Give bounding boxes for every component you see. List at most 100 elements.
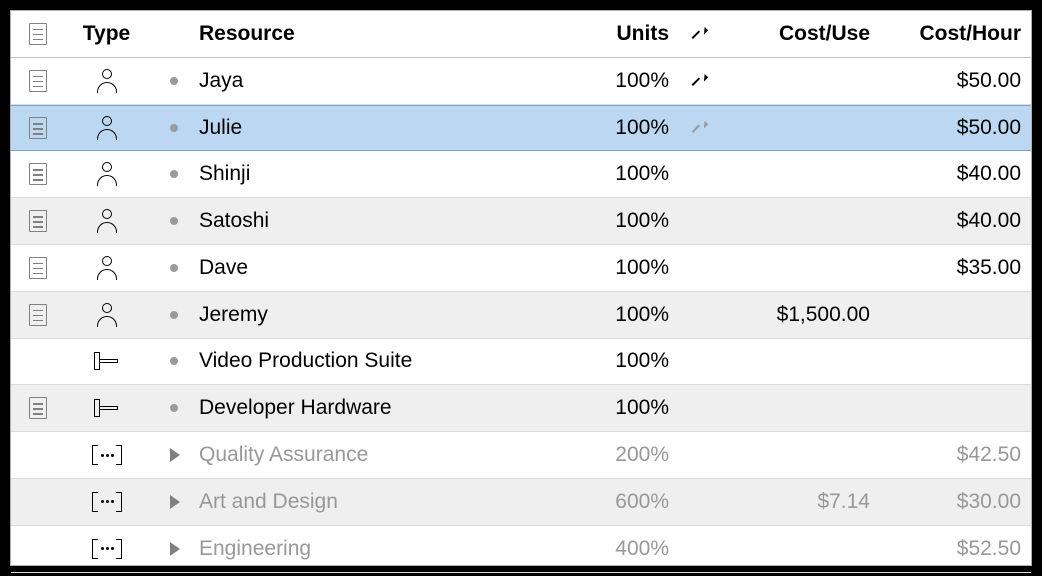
bullet-icon bbox=[170, 311, 178, 319]
equipment-icon bbox=[94, 352, 120, 370]
resource-name[interactable]: Dave bbox=[199, 256, 570, 280]
resource-table: Type Resource Units Cost/Use Cost/Hour J… bbox=[10, 10, 1032, 566]
table-row[interactable]: Quality Assurance200% $42.50 bbox=[11, 432, 1031, 479]
cost-hour-cell[interactable]: $50.00 bbox=[876, 69, 1031, 93]
share-cell bbox=[675, 121, 721, 135]
resource-name[interactable]: Engineering bbox=[199, 537, 570, 561]
type-cell bbox=[64, 539, 149, 559]
units-cell[interactable]: 200% bbox=[570, 443, 675, 467]
note-icon bbox=[29, 257, 47, 279]
units-cell[interactable]: 100% bbox=[570, 396, 675, 420]
person-icon bbox=[97, 303, 117, 327]
header-share[interactable] bbox=[675, 27, 721, 41]
note-cell[interactable] bbox=[11, 163, 64, 185]
units-cell[interactable]: 400% bbox=[570, 537, 675, 561]
bullet-cell bbox=[149, 77, 199, 85]
cost-use-cell[interactable]: $7.14 bbox=[721, 490, 876, 514]
header-resource[interactable]: Resource bbox=[199, 22, 570, 46]
units-cell[interactable]: 100% bbox=[570, 209, 675, 233]
resource-name[interactable]: Developer Hardware bbox=[199, 396, 570, 420]
resource-name[interactable]: Satoshi bbox=[199, 209, 570, 233]
type-cell bbox=[64, 256, 149, 280]
header-cost-hour[interactable]: Cost/Hour bbox=[876, 22, 1031, 46]
disclosure-icon[interactable] bbox=[170, 495, 180, 509]
group-icon bbox=[92, 539, 122, 559]
resource-name[interactable]: Art and Design bbox=[199, 490, 570, 514]
resource-name[interactable]: Quality Assurance bbox=[199, 443, 570, 467]
units-cell[interactable]: 100% bbox=[570, 256, 675, 280]
header-note[interactable] bbox=[11, 23, 64, 45]
type-cell bbox=[64, 69, 149, 93]
person-icon bbox=[97, 256, 117, 280]
units-cell[interactable]: 600% bbox=[570, 490, 675, 514]
units-cell[interactable]: 100% bbox=[570, 303, 675, 327]
note-icon bbox=[29, 304, 47, 326]
note-cell[interactable] bbox=[11, 117, 64, 139]
table-row[interactable]: Engineering400% $52.50 bbox=[11, 526, 1031, 573]
units-cell[interactable]: 100% bbox=[570, 162, 675, 186]
bullet-cell bbox=[149, 170, 199, 178]
resource-name[interactable]: Shinji bbox=[199, 162, 570, 186]
units-cell[interactable]: 100% bbox=[570, 69, 675, 93]
note-icon bbox=[29, 23, 47, 45]
note-cell[interactable] bbox=[11, 70, 64, 92]
table-row[interactable]: Art and Design600% $7.14$30.00 bbox=[11, 479, 1031, 526]
header-type[interactable]: Type bbox=[64, 22, 149, 46]
cost-hour-cell[interactable]: $50.00 bbox=[876, 116, 1031, 140]
type-cell bbox=[64, 352, 149, 370]
note-icon bbox=[29, 117, 47, 139]
note-cell[interactable] bbox=[11, 397, 64, 419]
bullet-icon bbox=[170, 357, 178, 365]
type-cell bbox=[64, 399, 149, 417]
table-row[interactable]: Dave100% $35.00 bbox=[11, 245, 1031, 292]
group-icon bbox=[92, 445, 122, 465]
disclosure-icon[interactable] bbox=[170, 542, 180, 556]
type-cell bbox=[64, 209, 149, 233]
cost-hour-cell[interactable]: $35.00 bbox=[876, 256, 1031, 280]
resource-name[interactable]: Jeremy bbox=[199, 303, 570, 327]
disclosure-icon[interactable] bbox=[170, 448, 180, 462]
table-row[interactable]: Julie100% $50.00 bbox=[11, 105, 1031, 152]
person-icon bbox=[97, 209, 117, 233]
cost-hour-cell[interactable]: $30.00 bbox=[876, 490, 1031, 514]
cost-use-cell[interactable]: $1,500.00 bbox=[721, 303, 876, 327]
table-row[interactable]: Developer Hardware100% bbox=[11, 385, 1031, 432]
units-cell[interactable]: 100% bbox=[570, 116, 675, 140]
header-units[interactable]: Units bbox=[570, 22, 675, 46]
share-arrow-icon bbox=[691, 27, 705, 41]
cost-hour-cell[interactable]: $52.50 bbox=[876, 537, 1031, 561]
person-icon bbox=[97, 162, 117, 186]
bullet-cell bbox=[149, 311, 199, 319]
note-cell[interactable] bbox=[11, 257, 64, 279]
share-arrow-icon bbox=[691, 121, 705, 135]
bullet-icon bbox=[170, 77, 178, 85]
type-cell bbox=[64, 492, 149, 512]
cost-hour-cell[interactable]: $40.00 bbox=[876, 162, 1031, 186]
table-row[interactable]: Satoshi100% $40.00 bbox=[11, 198, 1031, 245]
bullet-cell bbox=[149, 542, 199, 556]
share-arrow-icon bbox=[691, 74, 705, 88]
units-cell[interactable]: 100% bbox=[570, 349, 675, 373]
resource-name[interactable]: Julie bbox=[199, 116, 570, 140]
bullet-icon bbox=[170, 404, 178, 412]
header-cost-use[interactable]: Cost/Use bbox=[721, 22, 876, 46]
note-cell[interactable] bbox=[11, 210, 64, 232]
type-cell bbox=[64, 162, 149, 186]
type-cell bbox=[64, 116, 149, 140]
table-row[interactable]: Jaya100% $50.00 bbox=[11, 58, 1031, 105]
table-row[interactable]: Video Production Suite100% bbox=[11, 339, 1031, 386]
table-row[interactable]: Shinji100% $40.00 bbox=[11, 151, 1031, 198]
note-cell[interactable] bbox=[11, 304, 64, 326]
note-icon bbox=[29, 70, 47, 92]
cost-hour-cell[interactable]: $42.50 bbox=[876, 443, 1031, 467]
person-icon bbox=[97, 116, 117, 140]
resource-name[interactable]: Jaya bbox=[199, 69, 570, 93]
bullet-cell bbox=[149, 264, 199, 272]
resource-name[interactable]: Video Production Suite bbox=[199, 349, 570, 373]
table-row[interactable]: Jeremy100% $1,500.00 bbox=[11, 292, 1031, 339]
bullet-icon bbox=[170, 264, 178, 272]
share-cell bbox=[675, 74, 721, 88]
cost-hour-cell[interactable]: $40.00 bbox=[876, 209, 1031, 233]
note-icon bbox=[29, 163, 47, 185]
bullet-icon bbox=[170, 170, 178, 178]
